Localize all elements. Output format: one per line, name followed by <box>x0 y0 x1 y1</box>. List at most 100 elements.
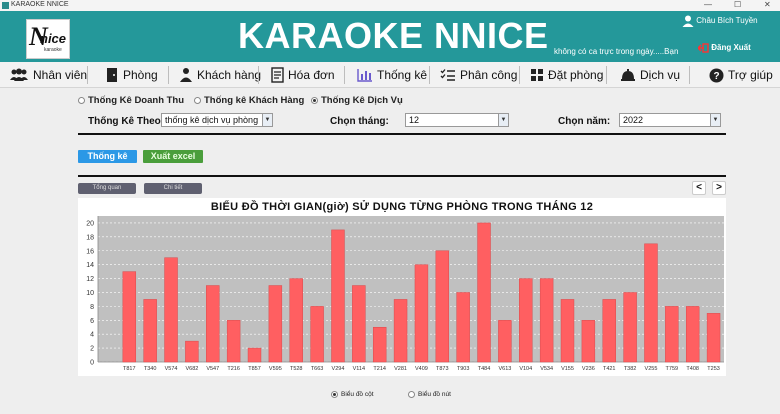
nav-label: Thống kê <box>377 68 428 82</box>
bar <box>623 292 637 363</box>
nav-item-customers[interactable]: Khách hàng <box>179 62 261 88</box>
nav-item-booking[interactable]: Đặt phòng <box>530 62 603 88</box>
divider <box>78 175 726 177</box>
nav-item-rooms[interactable]: Phòng <box>105 62 158 88</box>
radio-services[interactable]: Thống Kê Dịch Vụ <box>311 95 403 106</box>
door-icon <box>107 68 117 82</box>
bar <box>393 299 408 363</box>
radio-label: Thống Kê Dịch Vụ <box>321 95 403 106</box>
nav-label: Phân công <box>460 68 518 82</box>
nav-divider <box>87 66 88 84</box>
stats-by-select[interactable]: thống kê dịch vụ phòng ▼ <box>161 113 273 127</box>
bar <box>247 347 262 363</box>
nav-item-employees[interactable]: Nhân viên <box>9 62 87 88</box>
year-select[interactable]: 2022 ▼ <box>619 113 721 127</box>
nav-divider <box>519 66 520 84</box>
bar <box>539 278 554 363</box>
y-tick-label: 6 <box>90 318 94 325</box>
bar-chart: 0 2 4 6 8 10 12 14 16 18 20 T817 T340 V574 V682 V547 T21… <box>86 216 724 372</box>
close-button[interactable]: ✕ <box>764 0 771 9</box>
svg-text:?: ? <box>713 71 719 82</box>
x-tick-label: T340 <box>144 366 157 372</box>
radio-customers[interactable]: Thống kê Khách Hàng <box>194 95 304 106</box>
radio-bar-chart[interactable]: Biểu đồ cột <box>331 391 374 398</box>
x-tick-label: T253 <box>707 366 720 372</box>
bar <box>164 257 178 363</box>
x-tick-label: T216 <box>227 366 240 372</box>
user-name: Châu Bích Tuyền <box>696 16 758 26</box>
bar <box>226 320 241 363</box>
year-value: 2022 <box>623 115 644 125</box>
radio-label: Biểu đồ nút <box>418 391 451 398</box>
radio-label: Thống Kê Doanh Thu <box>88 95 185 106</box>
bar <box>331 229 345 363</box>
divider <box>78 133 726 135</box>
app-title: KARAOKE NNICE <box>238 15 549 56</box>
bar <box>268 285 283 363</box>
logout-button[interactable]: Đăng Xuất <box>696 43 751 53</box>
nav-divider <box>344 66 345 84</box>
nav-label: Trợ giúp <box>728 68 773 82</box>
x-tick-label: V574 <box>165 366 178 372</box>
nav-item-assignments[interactable]: Phân công <box>440 62 517 88</box>
radio-revenue[interactable]: Thống Kê Doanh Thu <box>78 95 184 106</box>
bar <box>498 320 512 363</box>
bar <box>310 306 324 363</box>
month-select[interactable]: 12 ▼ <box>405 113 509 127</box>
x-tick-label: V236 <box>582 366 595 372</box>
nav-item-help[interactable]: ? Trợ giúp <box>709 62 773 88</box>
radio-indicator <box>78 97 85 104</box>
logout-label: Đăng Xuất <box>711 43 751 53</box>
bar <box>456 292 470 363</box>
y-tick-label: 10 <box>86 290 94 297</box>
x-tick-label: T903 <box>457 366 470 372</box>
tab-overview[interactable]: Tổng quan <box>78 183 136 194</box>
nav-label: Dịch vụ <box>640 68 681 82</box>
stats-by-value: thống kê dịch vụ phòng <box>165 115 259 125</box>
radio-indicator <box>194 97 201 104</box>
invoice-icon <box>271 67 284 83</box>
chevron-down-icon: ▼ <box>498 114 508 126</box>
nav-item-services[interactable]: Dịch vụ <box>620 62 680 88</box>
y-tick-label: 16 <box>86 248 94 255</box>
logout-icon <box>696 43 709 53</box>
nav-item-statistics[interactable]: Thống kê <box>357 62 427 88</box>
app-header: N nice karaoke KARAOKE NNICE không có ca… <box>0 11 780 62</box>
bar <box>644 243 658 363</box>
next-page-button[interactable]: > <box>712 181 726 195</box>
bar <box>560 299 575 363</box>
shift-marquee: không có ca trực trong ngày.....Bạn <box>554 47 679 56</box>
main-nav: Nhân viên Phòng Khách hàng Hóa đơn Thống… <box>0 62 780 88</box>
nav-item-invoices[interactable]: Hóa đơn <box>271 62 335 88</box>
prev-page-button[interactable]: < <box>692 181 706 195</box>
bar <box>414 264 429 363</box>
bar <box>185 340 199 363</box>
y-tick-label: 8 <box>90 304 94 311</box>
x-tick-label: V114 <box>353 366 365 372</box>
stats-button[interactable]: Thống kê <box>78 150 137 163</box>
tab-detail[interactable]: Chi tiết <box>144 183 202 194</box>
checklist-icon <box>440 69 455 81</box>
x-tick-label: V255 <box>645 366 658 372</box>
year-label: Chọn năm: <box>558 116 611 127</box>
y-tick-label: 20 <box>86 220 94 227</box>
x-tick-label: V534 <box>540 366 553 372</box>
x-tick-label: V281 <box>394 366 407 372</box>
radio-line-chart[interactable]: Biểu đồ nút <box>408 391 451 398</box>
x-tick-label: V294 <box>332 366 345 372</box>
radio-indicator <box>331 391 338 398</box>
minimize-button[interactable]: — <box>704 0 712 9</box>
customer-icon <box>180 68 192 82</box>
chevron-down-icon: ▼ <box>710 114 720 126</box>
logo-caption: karaoke <box>44 47 62 53</box>
x-tick-label: T382 <box>624 366 637 372</box>
nav-label: Đặt phòng <box>548 68 604 82</box>
y-tick-label: 2 <box>90 346 94 353</box>
bar <box>122 271 137 363</box>
maximize-button[interactable]: ☐ <box>734 0 741 9</box>
user-info[interactable]: Châu Bích Tuyền <box>682 15 758 27</box>
radio-label: Biểu đồ cột <box>341 391 374 398</box>
x-tick-label: V104 <box>519 366 532 372</box>
month-value: 12 <box>409 115 420 125</box>
export-excel-button[interactable]: Xuất excel <box>143 150 203 163</box>
